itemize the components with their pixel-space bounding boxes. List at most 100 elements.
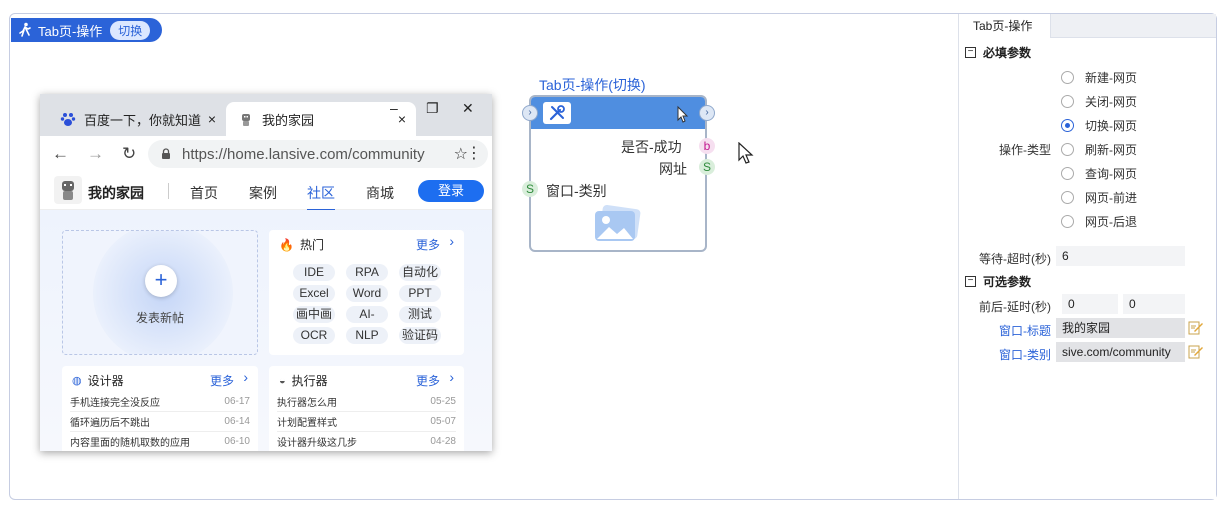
tag[interactable]: AI-	[346, 306, 388, 323]
radio-option[interactable]: 新建-网页	[1061, 69, 1137, 86]
tag[interactable]: 验证码	[399, 327, 441, 344]
list-item-text: 循环遍历后不跳出	[70, 418, 150, 429]
list-item-text: 手机连接完全没反应	[70, 398, 160, 409]
list-item-text: 计划配置样式	[277, 418, 337, 429]
required-section[interactable]: − 必填参数	[965, 44, 1031, 61]
tag[interactable]: 测试	[399, 306, 441, 323]
menu-dots-icon[interactable]: ⋮	[466, 143, 482, 163]
executor-card: ◒ 执行器 更多 › 执行器怎么用 05-25 计划配置样式 05-07 设计器升级这…	[269, 366, 464, 451]
radio-circle[interactable]	[1061, 143, 1074, 156]
window-title-input[interactable]: 我的家园	[1056, 318, 1185, 338]
new-post-card[interactable]: + 发表新帖	[62, 230, 258, 355]
edit-icon[interactable]	[1188, 320, 1204, 336]
list-item[interactable]: 设计器升级这几步 04-28	[277, 432, 456, 451]
delay-after-input[interactable]: 0	[1123, 294, 1185, 314]
site-header: 我的家园 首页 案例 社区 商城 登录	[40, 172, 492, 211]
tab-close-icon[interactable]: ×	[208, 111, 216, 127]
site-name: 我的家园	[88, 185, 144, 201]
radio-label: 刷新-网页	[1085, 143, 1137, 157]
site-nav-cases[interactable]: 案例	[249, 183, 277, 203]
tag[interactable]: Excel	[293, 285, 335, 302]
bool-port[interactable]: b	[699, 138, 715, 154]
edit-icon[interactable]	[1188, 344, 1204, 360]
minimize-icon[interactable]: –	[390, 100, 398, 116]
timeout-input[interactable]: 6	[1056, 246, 1185, 266]
collapse-icon[interactable]: −	[965, 47, 976, 58]
chevron-right-icon[interactable]: ›	[449, 233, 454, 249]
executor-icon: ◒	[279, 374, 286, 387]
window-title-label: 窗口-标题	[999, 324, 1051, 338]
login-button[interactable]: 登录	[418, 180, 484, 202]
tag[interactable]: 画中画	[293, 306, 335, 323]
tab-close-icon[interactable]: ×	[398, 111, 406, 127]
site-divider	[168, 183, 169, 199]
address-bar: ← → ↻ https://home.lansive.com/community…	[40, 136, 492, 172]
reload-icon[interactable]: ↻	[122, 144, 136, 164]
list-item[interactable]: 执行器怎么用 05-25	[277, 392, 456, 412]
radio-option[interactable]: 网页-前进	[1061, 189, 1137, 206]
node-title: Tab页-操作(切换)	[539, 77, 646, 93]
radio-option-selected[interactable]: 切换-网页	[1061, 117, 1137, 134]
radio-circle[interactable]	[1061, 119, 1074, 132]
collapse-icon[interactable]: −	[965, 276, 976, 287]
tag[interactable]: NLP	[346, 327, 388, 344]
radio-circle[interactable]	[1061, 215, 1074, 228]
site-nav-home[interactable]: 首页	[190, 183, 218, 203]
radio-circle[interactable]	[1061, 95, 1074, 108]
tag[interactable]: Word	[346, 285, 388, 302]
forward-icon[interactable]: →	[87, 144, 104, 164]
string-input-port[interactable]: S	[522, 181, 538, 197]
site-nav-community[interactable]: 社区	[307, 183, 335, 211]
list-item[interactable]: 手机连接完全没反应 06-17	[70, 392, 250, 412]
radio-circle[interactable]	[1061, 167, 1074, 180]
window-close-icon[interactable]: ✕	[462, 100, 474, 117]
radio-label: 网页-后退	[1085, 215, 1137, 229]
list-item-date: 06-17	[224, 396, 250, 407]
radio-option[interactable]: 查询-网页	[1061, 165, 1137, 182]
tag[interactable]: PPT	[399, 285, 441, 302]
browser-tab-baidu[interactable]: 百度一下，你就知道 ×	[50, 102, 226, 136]
site-nav-mall[interactable]: 商城	[366, 183, 394, 203]
chevron-right-icon[interactable]: ›	[449, 369, 454, 385]
url-field[interactable]: https://home.lansive.com/community	[148, 140, 488, 168]
window-class-input[interactable]: sive.com/community	[1056, 342, 1185, 362]
hot-header: 🔥 热门	[279, 236, 324, 253]
radio-circle[interactable]	[1061, 71, 1074, 84]
output-label-success: 是否-成功	[621, 139, 682, 155]
tab-operation-node[interactable]: › › 是否-成功 b 网址 S S 窗口-类别	[522, 95, 715, 252]
radio-circle[interactable]	[1061, 191, 1074, 204]
radio-option[interactable]: 刷新-网页	[1061, 141, 1137, 158]
back-icon[interactable]: ←	[52, 144, 69, 164]
radio-option[interactable]: 网页-后退	[1061, 213, 1137, 230]
flow-output-port[interactable]: ›	[699, 105, 715, 121]
plus-icon[interactable]: +	[145, 265, 177, 297]
url-text: https://home.lansive.com/community	[182, 145, 425, 163]
executor-more-link[interactable]: 更多	[416, 372, 440, 389]
pointer-icon	[677, 105, 689, 123]
tag[interactable]: 自动化	[399, 264, 441, 281]
restore-icon[interactable]: ❐	[426, 100, 439, 117]
hot-more-link[interactable]: 更多	[416, 236, 440, 253]
delay-before-input[interactable]: 0	[1062, 294, 1118, 314]
list-item[interactable]: 内容里面的随机取数的应用 06-10	[70, 432, 250, 451]
site-logo-icon	[54, 176, 82, 204]
tag[interactable]: IDE	[293, 264, 335, 281]
list-item-text: 设计器升级这几步	[277, 438, 357, 449]
panel-tab[interactable]: Tab页-操作	[959, 14, 1051, 38]
list-item[interactable]: 计划配置样式 05-07	[277, 412, 456, 432]
browser-tab-label: 百度一下，你就知道	[84, 112, 202, 128]
radio-option[interactable]: 关闭-网页	[1061, 93, 1137, 110]
list-item[interactable]: 循环遍历后不跳出 06-14	[70, 412, 250, 432]
robot-icon	[242, 114, 250, 126]
browser-tab-home[interactable]: 我的家园 ×	[226, 102, 416, 136]
designer-more-link[interactable]: 更多	[210, 372, 234, 389]
string-port[interactable]: S	[699, 159, 715, 175]
optional-section[interactable]: − 可选参数	[965, 273, 1031, 290]
tag[interactable]: RPA	[346, 264, 388, 281]
flow-input-port[interactable]: ›	[522, 105, 538, 121]
tag[interactable]: OCR	[293, 327, 335, 344]
radio-label: 新建-网页	[1085, 71, 1137, 85]
chevron-right-icon[interactable]: ›	[243, 369, 248, 385]
browser-preview: 百度一下，你就知道 × 我的家园 × – ❐ ✕ ← → ↻ https://h…	[40, 94, 492, 451]
browser-tab-label: 我的家园	[262, 112, 315, 128]
